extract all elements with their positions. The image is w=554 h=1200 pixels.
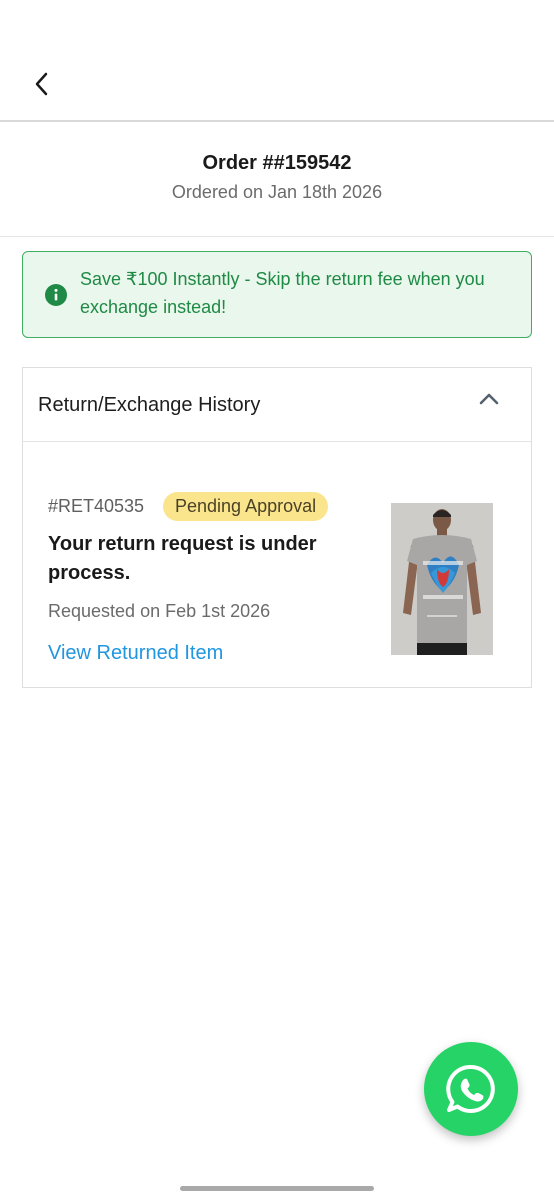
header-divider	[0, 236, 554, 237]
order-header: Order ##159542 Ordered on Jan 18th 2026	[0, 122, 554, 236]
order-date: Ordered on Jan 18th 2026	[171, 182, 383, 202]
return-history-title: Return/Exchange History	[38, 394, 261, 416]
return-history-card: Return/Exchange History #RET40535 Pendin…	[22, 367, 532, 688]
return-history-header[interactable]: Return/Exchange History	[23, 368, 531, 441]
back-button[interactable]	[24, 66, 60, 102]
status-badge: Pending Approval	[163, 492, 329, 521]
app-bar	[0, 0, 554, 122]
product-tshirt-image	[391, 503, 493, 655]
promo-text: Save ₹100 Instantly - Skip the return fe…	[80, 269, 485, 317]
exchange-promo-banner: Save ₹100 Instantly - Skip the return fe…	[22, 251, 532, 338]
history-divider	[23, 441, 531, 442]
info-icon	[45, 284, 67, 306]
return-status-message: Your return request is under process.	[48, 533, 317, 584]
home-indicator	[180, 1186, 374, 1191]
whatsapp-chat-button[interactable]	[424, 1042, 518, 1136]
order-title: Order ##159542	[202, 152, 352, 174]
requested-date: Requested on Feb 1st 2026	[48, 601, 271, 621]
order-details-screen: Order ##159542 Ordered on Jan 18th 2026 …	[0, 0, 554, 1200]
view-returned-item-link[interactable]: View Returned Item	[48, 642, 223, 665]
chevron-left-icon	[35, 72, 48, 96]
return-id: #RET40535	[48, 496, 145, 516]
whatsapp-icon	[446, 1064, 495, 1113]
chevron-up-icon[interactable]	[477, 388, 501, 408]
